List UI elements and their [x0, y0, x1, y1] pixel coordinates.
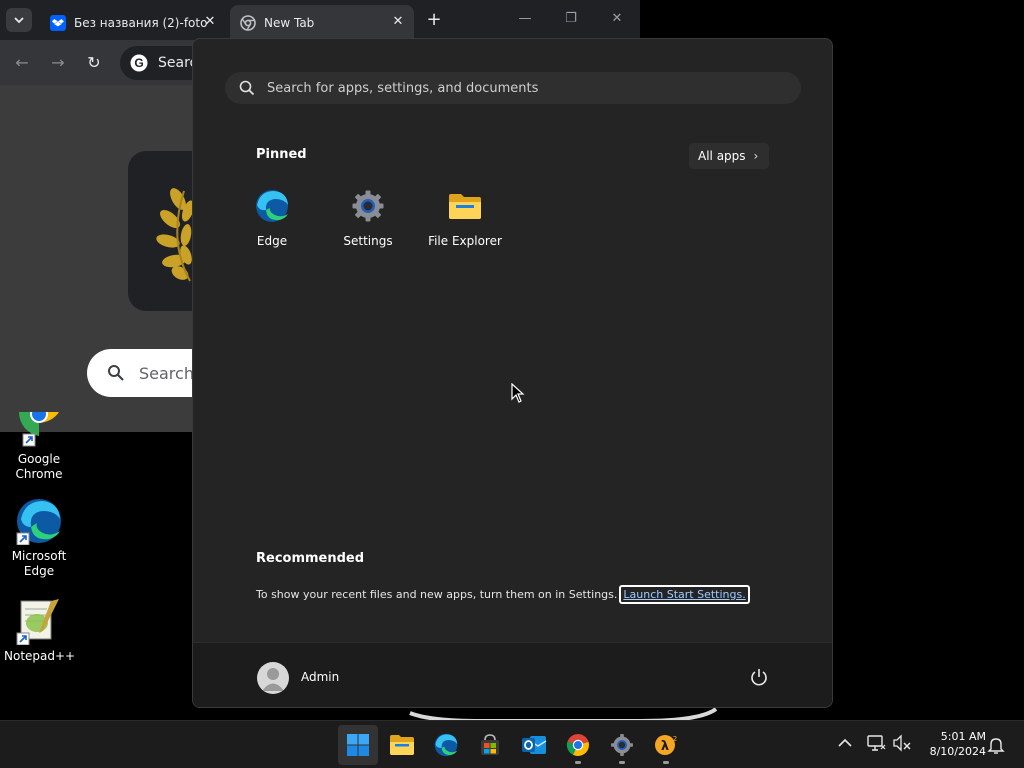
folder-icon	[449, 194, 481, 219]
edge-icon	[434, 733, 458, 757]
minimize-icon[interactable]: —	[514, 8, 536, 30]
notification-bell-icon[interactable]	[986, 735, 1006, 755]
recommended-text: To show your recent files and new apps, …	[256, 588, 618, 601]
all-apps-label: All apps	[698, 149, 746, 163]
launch-start-settings-link[interactable]: Launch Start Settings.	[619, 585, 750, 604]
desktop-icon-label: Google Chrome	[15, 452, 63, 481]
desktop-icon-label: Microsoft Edge	[11, 549, 67, 578]
back-arrow-icon[interactable]: ←	[11, 52, 33, 74]
taskbar-file-explorer[interactable]	[382, 725, 422, 765]
taskbar-settings[interactable]	[602, 725, 642, 765]
tab-title: Без названия (2)-foto	[74, 15, 208, 30]
start-search-placeholder: Search for apps, settings, and documents	[267, 80, 539, 96]
close-window-icon[interactable]: ✕	[606, 8, 628, 30]
user-name[interactable]: Admin	[301, 670, 339, 684]
desktop-icon-notepad-plus-plus[interactable]: Notepad++	[4, 597, 76, 664]
running-indicator	[575, 761, 581, 764]
chevron-up-icon[interactable]	[835, 733, 855, 753]
chrome-icon	[566, 734, 589, 756]
chevron-down-icon	[14, 17, 24, 24]
running-indicator	[619, 761, 625, 764]
taskbar-outlook[interactable]	[514, 725, 554, 765]
clock-date: 8/10/2024	[929, 745, 986, 758]
settings-gear-icon	[352, 190, 384, 222]
chrome-icon	[15, 405, 63, 448]
user-avatar-icon[interactable]	[257, 662, 289, 694]
tab-close-icon[interactable]: ✕	[390, 14, 406, 30]
clock[interactable]: 5:01 AM 8/10/2024	[916, 729, 986, 759]
pinned-app-edge[interactable]: Edge	[224, 189, 320, 248]
edge-icon	[256, 190, 288, 222]
reload-icon[interactable]: ↻	[83, 52, 105, 74]
pinned-app-settings[interactable]: Settings	[320, 189, 416, 248]
pinned-heading: Pinned	[256, 147, 307, 162]
volume-muted-icon[interactable]	[892, 733, 912, 753]
pinned-app-label: Edge	[256, 234, 288, 248]
search-icon	[239, 80, 255, 96]
start-footer: Admin	[193, 642, 832, 707]
notepad-plus-plus-icon	[15, 597, 63, 646]
running-indicator	[663, 761, 669, 764]
tab-title: New Tab	[264, 15, 315, 30]
edge-icon	[15, 497, 63, 546]
pinned-app-label: Settings	[343, 234, 393, 248]
store-icon	[481, 734, 499, 755]
taskbar-half-life[interactable]: λ 2	[646, 725, 686, 765]
mouse-cursor-icon	[511, 383, 525, 403]
start-menu: Search for apps, settings, and documents…	[192, 38, 833, 708]
half-life-icon: λ 2	[655, 735, 677, 755]
dropbox-icon	[50, 14, 66, 31]
recommended-heading: Recommended	[256, 551, 365, 566]
windows-start-icon	[347, 734, 369, 756]
google-g-icon: G	[130, 54, 148, 72]
taskbar-store[interactable]	[470, 725, 510, 765]
chevron-right-icon: ›	[753, 149, 759, 163]
search-icon	[108, 365, 124, 381]
svg-text:G: G	[134, 56, 143, 70]
tab-strip: Без названия (2)-foto ✕ New Tab ✕ + — ❐ …	[0, 0, 640, 40]
taskbar-edge[interactable]	[426, 725, 466, 765]
outlook-icon	[522, 736, 547, 754]
svg-text:2: 2	[673, 735, 677, 743]
tab-search-button[interactable]	[6, 8, 32, 32]
recommended-message: To show your recent files and new apps, …	[256, 585, 750, 604]
browser-tab-2[interactable]: New Tab ✕	[230, 5, 414, 40]
power-icon[interactable]	[749, 667, 769, 687]
tab-close-icon[interactable]: ✕	[202, 14, 218, 30]
restore-icon[interactable]: ❐	[560, 8, 582, 30]
all-apps-button[interactable]: All apps ›	[689, 143, 769, 169]
file-explorer-icon	[390, 735, 414, 755]
pinned-app-file-explorer[interactable]: File Explorer	[417, 189, 513, 248]
svg-text:λ: λ	[661, 739, 669, 754]
chrome-favicon-icon	[240, 14, 256, 31]
pinned-app-label: File Explorer	[428, 234, 502, 248]
ntp-search-placeholder: Search	[139, 363, 194, 383]
network-icon[interactable]	[866, 733, 886, 753]
clock-time: 5:01 AM	[940, 730, 986, 743]
wallpaper-shape	[400, 706, 720, 723]
taskbar-chrome[interactable]	[558, 725, 598, 765]
taskbar: λ 2 5:01 AM 8/10/2024	[0, 720, 1024, 768]
desktop-icon-label: Notepad++	[4, 649, 76, 663]
settings-icon	[611, 734, 633, 756]
new-tab-button[interactable]: +	[424, 10, 444, 30]
start-search-box[interactable]: Search for apps, settings, and documents	[225, 72, 801, 104]
desktop: Без названия (2)-foto ✕ New Tab ✕ + — ❐ …	[0, 0, 1024, 768]
desktop-icon-microsoft-edge[interactable]: Microsoft Edge	[4, 497, 74, 579]
desktop-icon-google-chrome[interactable]: Google Chrome	[4, 405, 74, 482]
start-button[interactable]	[338, 725, 378, 765]
forward-arrow-icon[interactable]: →	[47, 52, 69, 74]
browser-tab-1[interactable]: Без названия (2)-foto ✕	[40, 5, 226, 40]
